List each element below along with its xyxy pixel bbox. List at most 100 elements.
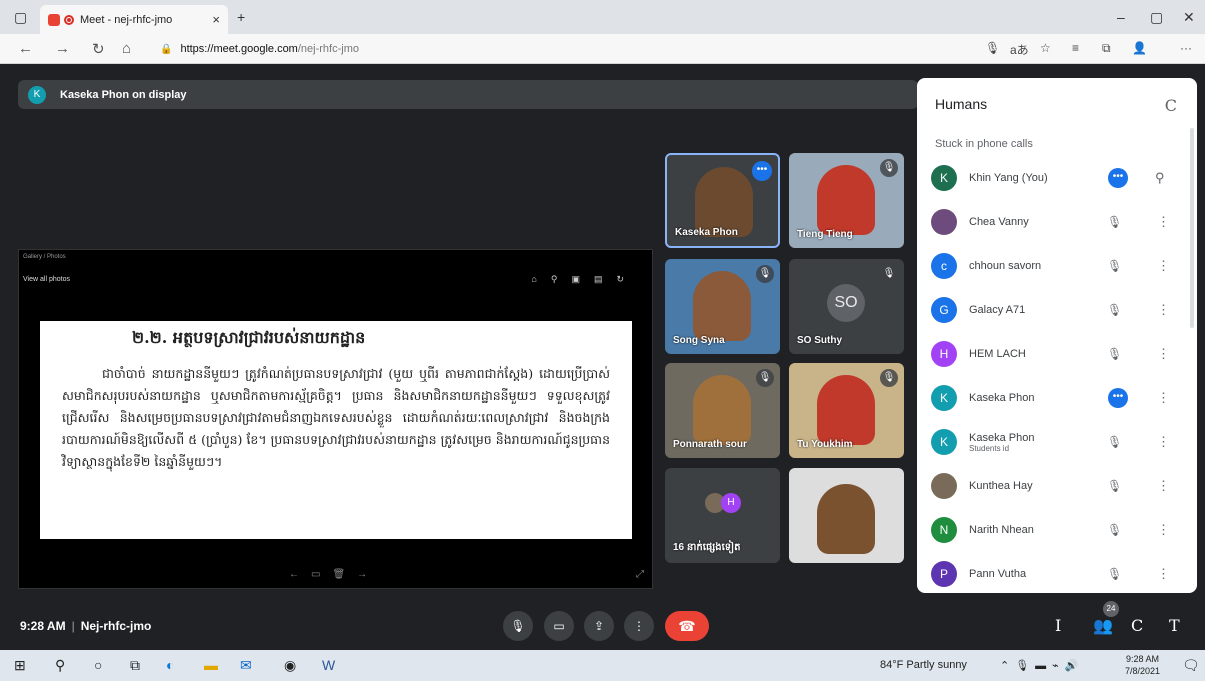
person-name: Kaseka Phon	[969, 431, 1035, 444]
person-menu-icon[interactable]: ⋮	[1157, 390, 1170, 406]
favorites-list-icon[interactable]: ≡	[1072, 41, 1079, 55]
person-menu-icon[interactable]: ⋮	[1157, 214, 1170, 230]
mic-off-icon: 🎙	[1107, 479, 1123, 493]
person-row[interactable]: Chea Vanny 🎙 ⋮	[917, 200, 1197, 244]
notifications-icon[interactable]: 🗨	[1182, 657, 1200, 674]
search-icon[interactable]: ⚲	[55, 657, 65, 674]
collections-icon[interactable]: ⧉	[1102, 41, 1111, 56]
taskbar-date: 7/8/2021	[1125, 666, 1161, 676]
person-menu-icon[interactable]: ⋮	[1157, 434, 1170, 450]
more-options-icon[interactable]: •••	[752, 161, 772, 181]
taskbar-clock[interactable]: 9:28 AM 7/8/2021	[1125, 653, 1160, 677]
refresh-icon[interactable]: ↻	[92, 40, 105, 58]
mail-icon[interactable]: ✉	[240, 657, 252, 674]
meeting-info: 9:28 AM | Nej-rhfc-jmo	[20, 619, 151, 633]
panel-close-button[interactable]: C	[1165, 96, 1177, 115]
person-row[interactable]: N Narith Nhean 🎙 ⋮	[917, 508, 1197, 552]
participant-tile[interactable]: 🎙 Ponnarath sour	[665, 363, 780, 458]
info-button[interactable]: I	[1055, 616, 1061, 635]
person-row[interactable]: c chhoun savorn 🎙 ⋮	[917, 244, 1197, 288]
taskbar-time: 9:28 AM	[1126, 654, 1160, 664]
person-row[interactable]: P Pann Vutha 🎙 ⋮	[917, 552, 1197, 593]
minimize-icon[interactable]: –	[1117, 9, 1125, 25]
mic-off-icon: 🎙	[880, 159, 898, 177]
person-row[interactable]: Kunthea Hay 🎙 ⋮	[917, 464, 1197, 508]
leave-call-button[interactable]: ☎	[665, 611, 709, 641]
edge-icon[interactable]: ◐	[166, 657, 174, 673]
person-menu-icon[interactable]: ⋮	[1157, 522, 1170, 538]
people-panel: Humans C Stuck in phone calls K Khin Yan…	[917, 78, 1197, 593]
person-avatar	[931, 473, 957, 499]
file-explorer-icon[interactable]: ▬	[204, 657, 218, 673]
person-menu-icon[interactable]: ⋮	[1157, 346, 1170, 362]
mic-off-icon: 🎙	[1107, 347, 1123, 361]
participant-tile[interactable]: 🎙 Tu Youkhim	[789, 363, 904, 458]
mic-off-icon: 🎙	[1107, 215, 1123, 229]
person-menu-icon[interactable]: ⋮	[1157, 478, 1170, 494]
person-row[interactable]: K Khin Yang (You) ••• ⚲	[917, 156, 1197, 200]
tab-close-button[interactable]: ×	[212, 12, 220, 27]
read-aloud-icon[interactable]: aあ	[1010, 41, 1029, 58]
camera-button[interactable]: ▭	[544, 611, 574, 641]
mic-permission-icon[interactable]: 🎙	[985, 41, 1000, 55]
mic-off-icon: 🎙	[1107, 567, 1123, 581]
participant-name: Kaseka Phon	[675, 227, 738, 238]
participant-tile[interactable]: ••• Kaseka Phon	[665, 153, 780, 248]
start-icon[interactable]: ⊞	[14, 657, 26, 674]
weather-widget[interactable]: 84°F Partly sunny	[880, 659, 967, 671]
browser-tab[interactable]: Meet - nej-rhfc-jmo ×	[40, 5, 228, 34]
photo-nav-icon: ←▭🗑→	[289, 569, 380, 580]
person-menu-icon[interactable]: ⋮	[1157, 302, 1170, 318]
browser-menu-icon[interactable]: ···	[1180, 41, 1192, 55]
microphone-button[interactable]: 🎙	[503, 611, 533, 641]
mic-off-icon: 🎙	[1107, 523, 1123, 537]
participant-tile[interactable]: 🎙 Tieng Tieng	[789, 153, 904, 248]
tab-actions-icon[interactable]: ▢	[14, 9, 27, 26]
more-options-button[interactable]: ⋮	[624, 611, 654, 641]
person-name: Narith Nhean	[969, 524, 1034, 536]
person-avatar: H	[931, 341, 957, 367]
chat-button[interactable]: C	[1131, 616, 1143, 635]
close-window-icon[interactable]: ✕	[1183, 9, 1195, 26]
others-avatars: H	[705, 493, 741, 513]
participant-name: Tu Youkhim	[797, 439, 853, 450]
person-row[interactable]: H HEM LACH 🎙 ⋮	[917, 332, 1197, 376]
favorite-icon[interactable]: ☆	[1040, 41, 1051, 55]
forward-icon[interactable]: →	[55, 40, 70, 57]
url-path: /nej-rhfc-jmo	[297, 43, 359, 55]
participant-name: Song Syna	[673, 335, 725, 346]
cortana-icon[interactable]: ○	[94, 657, 102, 673]
person-menu-icon[interactable]: ⋮	[1157, 258, 1170, 274]
participant-tile[interactable]: SO 🎙 SO Suthy	[789, 259, 904, 354]
url-field[interactable]: 🔒 https://meet.google.com /nej-rhfc-jmo	[150, 38, 1020, 60]
person-row[interactable]: K Kaseka Phon Students id 🎙 ⋮	[917, 420, 1197, 464]
person-row[interactable]: K Kaseka Phon ••• ⋮	[917, 376, 1197, 420]
person-row[interactable]: G Galacy A71 🎙 ⋮	[917, 288, 1197, 332]
speaking-icon: •••	[1108, 168, 1128, 188]
others-tile[interactable]: H 16 នាក់ផ្សេងទៀត	[665, 468, 780, 563]
presenting-text: Kaseka Phon on display	[60, 88, 187, 101]
self-video	[817, 484, 875, 554]
system-tray-icons[interactable]: ⌃🎙▬⌁🔊	[1000, 659, 1085, 672]
present-button[interactable]: ⇪	[584, 611, 614, 641]
word-icon[interactable]: W	[322, 657, 335, 673]
people-icon[interactable]: 👥	[1093, 616, 1113, 635]
participant-video	[693, 375, 751, 445]
person-menu-icon[interactable]: ⋮	[1157, 566, 1170, 582]
home-icon[interactable]: ⌂	[122, 40, 131, 57]
pin-icon[interactable]: ⚲	[1155, 170, 1165, 186]
profile-icon[interactable]: 👤	[1132, 41, 1147, 55]
new-tab-button[interactable]: +	[237, 9, 245, 25]
task-view-icon[interactable]: ⧉	[130, 657, 140, 674]
activities-button[interactable]: T	[1169, 616, 1180, 635]
self-tile[interactable]	[789, 468, 904, 563]
participant-avatar: SO	[827, 284, 865, 322]
participant-tile[interactable]: 🎙 Song Syna	[665, 259, 780, 354]
chrome-icon[interactable]: ◉	[284, 657, 296, 674]
person-avatar: P	[931, 561, 957, 587]
slide-document: ២.២. អត្ថបទស្រាវជ្រាវរបស់នាយកដ្ឋាន ជាចាំ…	[40, 321, 632, 539]
maximize-icon[interactable]: ▢	[1150, 9, 1163, 26]
view-all-photos-link: View all photos	[23, 275, 70, 283]
mic-off-icon: 🎙	[756, 265, 774, 283]
back-icon[interactable]: ←	[18, 40, 33, 57]
